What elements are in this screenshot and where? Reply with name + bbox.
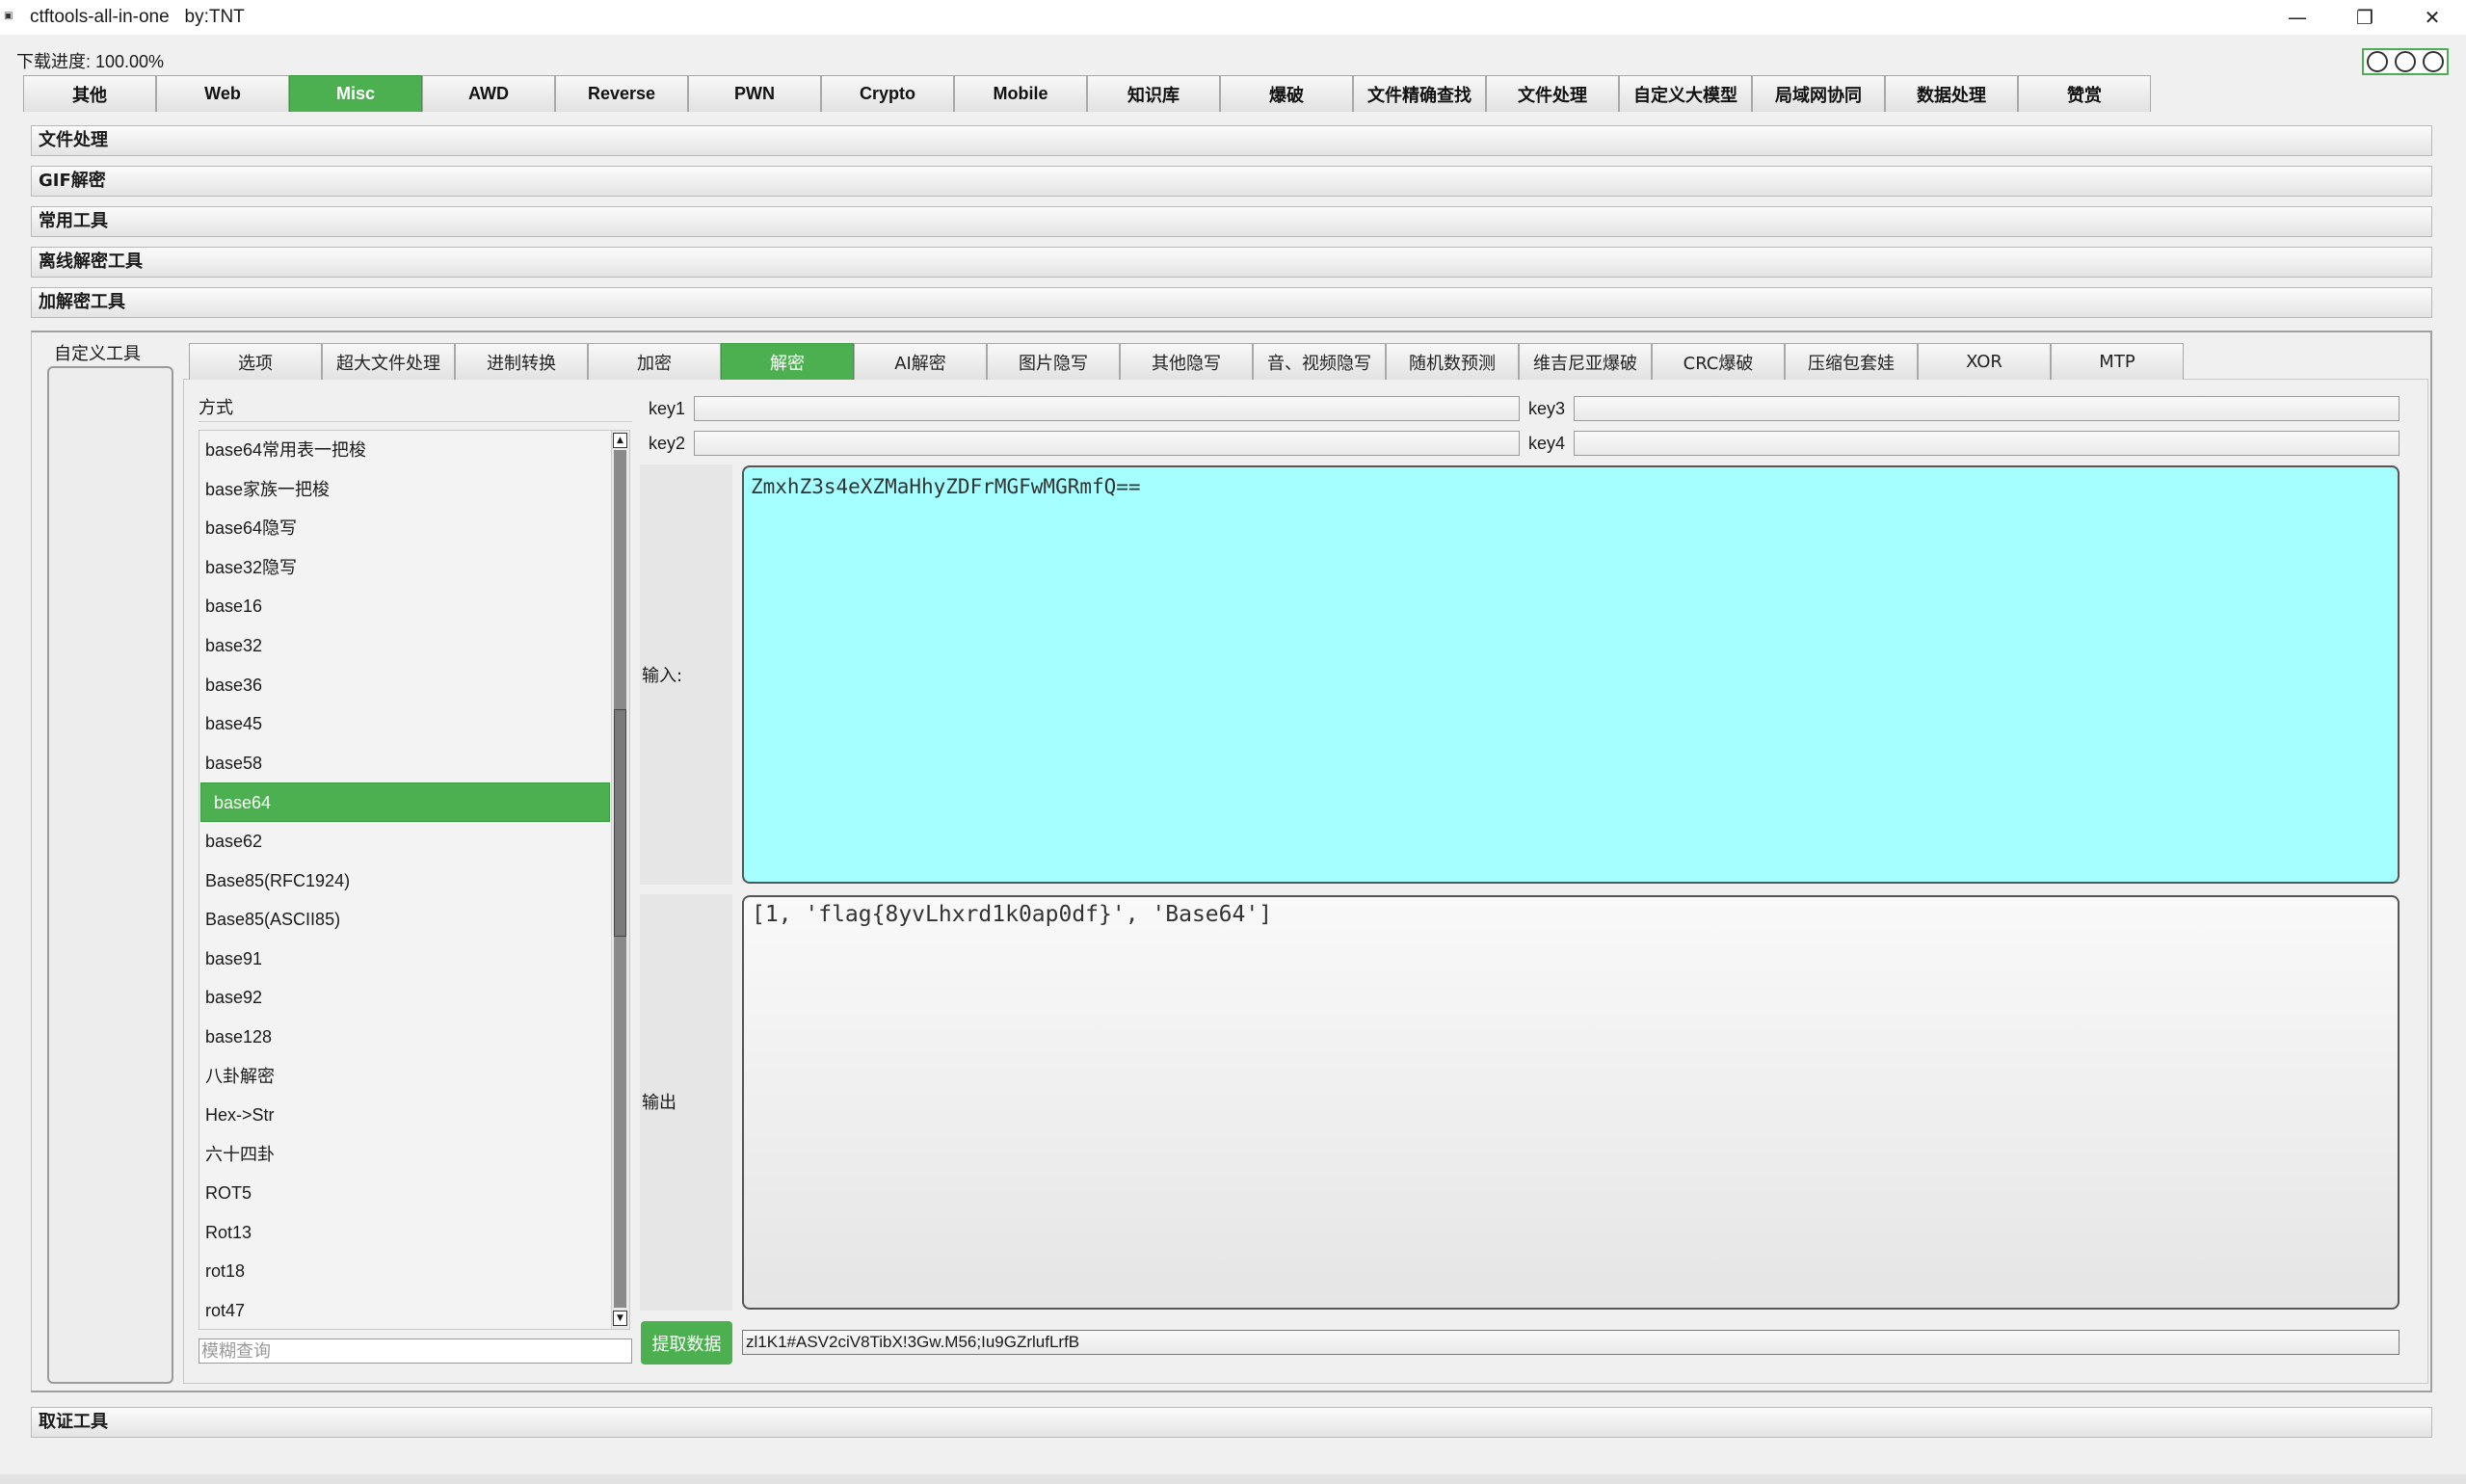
method-list-item[interactable]: base16 (199, 587, 629, 626)
window-title: ctftools-all-in-one by:TNT (30, 7, 245, 27)
extract-data-button[interactable]: 提取数据 (641, 1321, 732, 1365)
main-tab[interactable]: AWD (422, 75, 555, 112)
sub-tab[interactable]: AI解密 (854, 343, 987, 380)
main-tab[interactable]: Mobile (954, 75, 1087, 112)
title-bar (0, 0, 2466, 35)
main-tab[interactable]: Reverse (555, 75, 688, 112)
scrollbar-thumb[interactable] (614, 709, 626, 937)
circle-icon (2394, 51, 2416, 72)
main-tab[interactable]: 爆破 (1220, 75, 1353, 112)
method-list-item[interactable]: base64常用表一把梭 (199, 431, 629, 470)
method-list-item[interactable]: base62 (199, 822, 629, 861)
sub-tab[interactable]: 随机数预测 (1386, 343, 1519, 380)
method-list-item[interactable]: ROT5 (199, 1174, 629, 1213)
extract-output-field[interactable]: zl1K1#ASV2ciV8TibX!3Gw.M56;Iu9GZrlufLrfB (742, 1330, 2400, 1355)
sub-tab[interactable]: 进制转换 (455, 343, 588, 380)
method-list-item[interactable]: base45 (199, 704, 629, 744)
sub-tab[interactable]: 压缩包套娃 (1785, 343, 1918, 380)
sub-tab[interactable]: 维吉尼亚爆破 (1519, 343, 1652, 380)
section-crypto-tools[interactable]: 加解密工具 (31, 287, 2432, 318)
method-list-item[interactable]: rot18 (199, 1252, 629, 1291)
output-textarea[interactable]: [1, 'flag{8yvLhxrd1k0ap0df}', 'Base64'] (742, 895, 2400, 1310)
method-list-item[interactable]: Base85(ASCII85) (199, 900, 629, 940)
sub-tab[interactable]: 解密 (721, 343, 854, 380)
divider (31, 1391, 2432, 1392)
section-forensics-tools[interactable]: 取证工具 (31, 1407, 2432, 1438)
key1-input[interactable] (694, 396, 1520, 421)
bottom-strip (0, 1474, 2466, 1484)
key1-label: key1 (649, 399, 686, 418)
key3-input[interactable] (1574, 396, 2400, 421)
sub-tab[interactable]: 音、视频隐写 (1253, 343, 1386, 380)
method-list[interactable]: base64常用表一把梭 base家族一把梭 base64隐写 base32隐写 bas… (199, 430, 630, 1330)
method-header: 方式 (199, 395, 632, 422)
sub-tab[interactable]: 选项 (189, 343, 322, 380)
custom-tool-panel (47, 366, 173, 1384)
method-list-item[interactable]: base64 (200, 782, 610, 822)
method-list-item[interactable]: base128 (199, 1018, 629, 1057)
main-tab[interactable]: 赞赏 (2018, 75, 2151, 112)
minimize-button[interactable]: — (2263, 0, 2332, 35)
section-common-tools[interactable]: 常用工具 (31, 206, 2432, 237)
main-tab[interactable]: Misc (289, 75, 422, 112)
method-list-item[interactable]: Hex->Str (199, 1096, 629, 1135)
method-list-item[interactable]: base32隐写 (199, 548, 629, 588)
close-button[interactable]: ✕ (2398, 0, 2466, 35)
main-tab[interactable]: 自定义大模型 (1619, 75, 1752, 112)
input-label: 输入: (642, 666, 683, 686)
method-list-item[interactable]: base91 (199, 940, 629, 979)
sub-tab[interactable]: CRC爆破 (1652, 343, 1785, 380)
app-icon: ▣ (4, 11, 13, 21)
key2-label: key2 (649, 434, 686, 453)
key4-input[interactable] (1574, 431, 2400, 456)
key4-label: key4 (1528, 434, 1566, 453)
main-tab[interactable]: 文件处理 (1486, 75, 1619, 112)
output-label: 输出 (642, 1093, 676, 1113)
method-list-item[interactable]: base92 (199, 978, 629, 1018)
main-tab[interactable]: PWN (688, 75, 821, 112)
status-indicator-circles (2362, 48, 2449, 75)
main-tab[interactable]: 文件精确查找 (1353, 75, 1486, 112)
method-list-item[interactable]: base36 (199, 666, 629, 705)
circle-icon (2367, 51, 2389, 72)
sub-tab[interactable]: 其他隐写 (1120, 343, 1253, 380)
method-list-item[interactable]: base家族一把梭 (199, 470, 629, 510)
sub-tab[interactable]: 超大文件处理 (322, 343, 455, 380)
sub-tab[interactable]: 加密 (588, 343, 721, 380)
maximize-button[interactable]: ❐ (2330, 0, 2400, 35)
sub-tab-bar: 选项 超大文件处理 进制转换 加密 解密 AI解密 图片隐写 其他隐写 音、视频隐写 随机数预测维… (189, 343, 2184, 380)
scroll-up-arrow-icon[interactable]: ▲ (613, 433, 627, 448)
custom-tool-label: 自定义工具 (54, 344, 141, 364)
method-list-item[interactable]: base32 (199, 626, 629, 666)
sub-tab[interactable]: 图片隐写 (987, 343, 1120, 380)
method-list-item[interactable]: Rot13 (199, 1213, 629, 1253)
sub-tab[interactable]: MTP (2051, 343, 2184, 380)
circle-icon (2422, 51, 2444, 72)
input-textarea[interactable]: ZmxhZ3s4eXZMaHhyZDFrMGFwMGRmfQ== (742, 465, 2400, 884)
main-tab[interactable]: 其他 (23, 75, 156, 112)
main-tab[interactable]: 数据处理 (1885, 75, 2018, 112)
section-gif-decrypt[interactable]: GIF解密 (31, 166, 2432, 197)
main-tab[interactable]: 局域网协同 (1752, 75, 1885, 112)
main-tab[interactable]: Crypto (821, 75, 954, 112)
method-list-item[interactable]: base64隐写 (199, 509, 629, 548)
method-list-item[interactable]: Base85(RFC1924) (199, 861, 629, 901)
main-tab[interactable]: 知识库 (1087, 75, 1220, 112)
method-list-item[interactable]: rot47 (199, 1291, 629, 1329)
main-tab-bar: 其他 Web Misc AWD Reverse PWN Crypto Mobile 知识库 爆破文… (23, 75, 2151, 112)
method-list-item[interactable]: base58 (199, 744, 629, 783)
key3-label: key3 (1528, 399, 1566, 418)
sub-tab[interactable]: XOR (1918, 343, 2051, 380)
method-list-item[interactable]: 六十四卦 (199, 1135, 629, 1175)
method-list-item[interactable]: 八卦解密 (199, 1057, 629, 1097)
fuzzy-search-input[interactable] (199, 1338, 632, 1364)
key2-input[interactable] (694, 431, 1520, 456)
section-file-processing[interactable]: 文件处理 (31, 125, 2432, 156)
download-progress-label: 下载进度: 100.00% (16, 52, 165, 71)
scroll-down-arrow-icon[interactable]: ▼ (613, 1311, 627, 1326)
section-offline-decrypt[interactable]: 离线解密工具 (31, 247, 2432, 278)
main-tab[interactable]: Web (156, 75, 289, 112)
